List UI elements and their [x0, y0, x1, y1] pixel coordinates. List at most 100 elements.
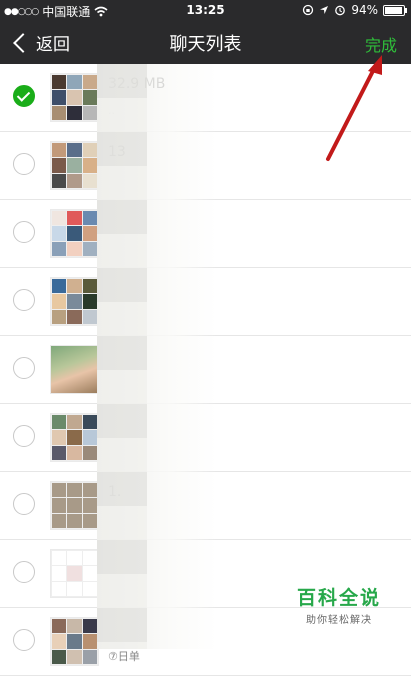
battery-fill: [385, 6, 402, 14]
avatar-tile: [82, 619, 97, 634]
avatar-tile: [52, 634, 67, 649]
avatar-tile: [67, 75, 82, 90]
avatar-tile: [67, 566, 82, 581]
checkbox-unchecked-icon[interactable]: [13, 153, 35, 175]
avatar-tile: [67, 241, 82, 256]
avatar: [50, 549, 99, 598]
avatar-tile: [52, 483, 67, 498]
avatar-tile: [67, 226, 82, 241]
annotation-arrow-icon: [326, 55, 382, 161]
battery-percent: 94%: [351, 3, 378, 17]
avatar-tile: [67, 309, 82, 324]
avatar-tile: [82, 498, 97, 513]
avatar-tile: [52, 498, 67, 513]
avatar-tile: [67, 498, 82, 513]
status-right: 94%: [302, 3, 407, 17]
avatar-tile: [67, 143, 82, 158]
checkbox-checked-icon[interactable]: [13, 85, 35, 107]
avatar-tile: [67, 649, 82, 664]
checkbox-unchecked-icon[interactable]: [13, 493, 35, 515]
avatar-tile: [52, 173, 67, 188]
avatar-tile: [52, 241, 67, 256]
avatar-tile: [52, 75, 67, 90]
location-icon: [320, 6, 329, 14]
avatar-tile: [67, 619, 82, 634]
avatar-tile: [52, 90, 67, 105]
avatar-tile: [52, 649, 67, 664]
avatar-tile: [52, 619, 67, 634]
avatar-tile: [82, 649, 97, 664]
avatar: [50, 481, 99, 530]
status-bar: ●●○○○ 中国联通 13:25 94%: [0, 0, 411, 20]
avatar-tile: [67, 634, 82, 649]
avatar-tile: [52, 513, 67, 528]
avatar-tile: [82, 105, 97, 120]
avatar-tile: [82, 226, 97, 241]
avatar-tile: [67, 415, 82, 430]
checkbox-unchecked-icon[interactable]: [13, 425, 35, 447]
avatar-photo: [51, 346, 98, 393]
avatar-tile: [67, 105, 82, 120]
avatar-tile: [67, 211, 82, 226]
avatar-tile: [52, 294, 67, 309]
page-title: 聊天列表: [169, 34, 242, 55]
avatar-tile: [82, 158, 97, 173]
avatar-tile: [82, 634, 97, 649]
avatar-tile: [52, 309, 67, 324]
avatar-tile: [67, 430, 82, 445]
avatar-tile: [82, 211, 97, 226]
avatar-tile: [52, 415, 67, 430]
avatar-tile: [52, 226, 67, 241]
battery-icon: [383, 4, 407, 16]
avatar-tile: [67, 581, 82, 596]
avatar-tile: [52, 566, 67, 581]
avatar-tile: [67, 551, 82, 566]
avatar-tile: [82, 173, 97, 188]
avatar-tile: [82, 445, 97, 460]
avatar-tile: [82, 483, 97, 498]
avatar-tile: [82, 294, 97, 309]
checkbox-unchecked-icon[interactable]: [13, 221, 35, 243]
watermark-logo: 百科全说 助你轻松解决: [297, 583, 381, 626]
avatar-tile: [67, 294, 82, 309]
avatar-tile: [67, 445, 82, 460]
avatar-tile: [82, 279, 97, 294]
chat-subtitle: ⑦日单: [108, 650, 140, 663]
checkbox-unchecked-icon[interactable]: [13, 561, 35, 583]
avatar-tile: [67, 483, 82, 498]
privacy-blur: [97, 64, 217, 649]
avatar-tile: [52, 279, 67, 294]
watermark-subtitle: 助你轻松解决: [306, 615, 372, 626]
avatar: [50, 617, 99, 666]
avatar-tile: [52, 211, 67, 226]
checkbox-unchecked-icon[interactable]: [13, 629, 35, 651]
avatar-tile: [82, 566, 97, 581]
avatar-tile: [67, 90, 82, 105]
avatar-tile: [52, 105, 67, 120]
rotation-lock-icon: [303, 4, 314, 16]
avatar-tile: [82, 75, 97, 90]
avatar-tile: [67, 158, 82, 173]
avatar-tile: [82, 241, 97, 256]
avatar-tile: [52, 158, 67, 173]
avatar: [50, 141, 99, 190]
avatar: [50, 277, 99, 326]
checkbox-unchecked-icon[interactable]: [13, 289, 35, 311]
avatar-tile: [67, 173, 82, 188]
alarm-icon: [335, 5, 346, 16]
avatar-tile: [82, 309, 97, 324]
done-button[interactable]: 完成: [365, 32, 397, 56]
avatar-tile: [67, 513, 82, 528]
avatar-tile: [52, 581, 67, 596]
avatar-tile: [82, 581, 97, 596]
avatar-tile: [82, 415, 97, 430]
avatar-tile: [82, 513, 97, 528]
avatar: [50, 345, 99, 394]
avatar-tile: [52, 445, 67, 460]
avatar: [50, 73, 99, 122]
avatar-tile: [82, 90, 97, 105]
avatar-tile: [52, 430, 67, 445]
checkbox-unchecked-icon[interactable]: [13, 357, 35, 379]
avatar-tile: [52, 143, 67, 158]
avatar: [50, 209, 99, 258]
